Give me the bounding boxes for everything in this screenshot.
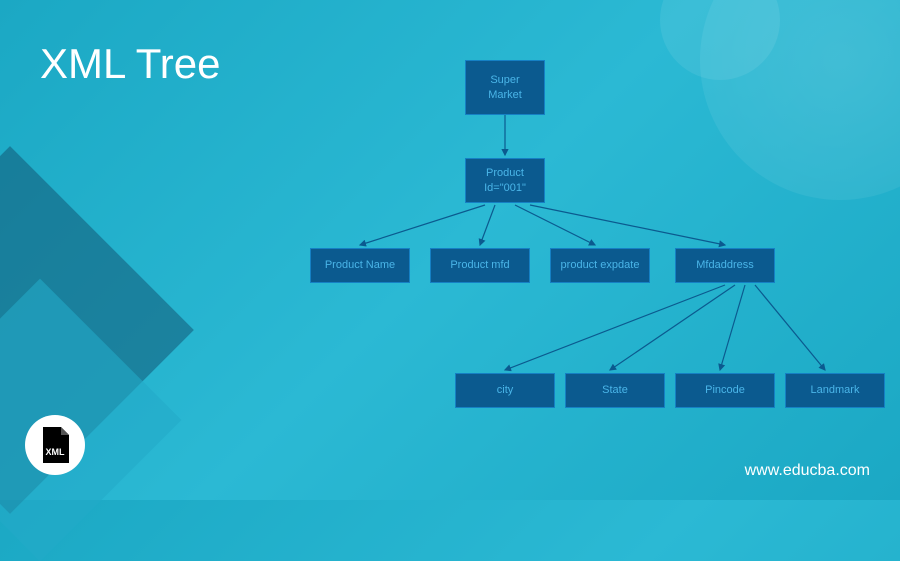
node-product-line2: Id="001"	[484, 181, 526, 195]
tree-diagram: Super Market Product Id="001" Product Na…	[280, 60, 880, 480]
node-landmark: Landmark	[785, 373, 885, 408]
xml-file-icon: XML	[25, 415, 85, 475]
node-state: State	[565, 373, 665, 408]
website-url: www.educba.com	[745, 462, 870, 480]
node-city: city	[455, 373, 555, 408]
node-product: Product Id="001"	[465, 158, 545, 203]
xml-icon-label: XML	[46, 447, 66, 457]
node-root-line2: Market	[488, 88, 522, 102]
node-product-line1: Product	[484, 166, 526, 180]
node-product-expdate: product expdate	[550, 248, 650, 283]
node-root-line1: Super	[488, 73, 522, 87]
node-product-mfd: Product mfd	[430, 248, 530, 283]
node-pincode: Pincode	[675, 373, 775, 408]
page-title: XML Tree	[40, 40, 221, 88]
node-product-name: Product Name	[310, 248, 410, 283]
node-root: Super Market	[465, 60, 545, 115]
node-mfdaddress: Mfdaddress	[675, 248, 775, 283]
